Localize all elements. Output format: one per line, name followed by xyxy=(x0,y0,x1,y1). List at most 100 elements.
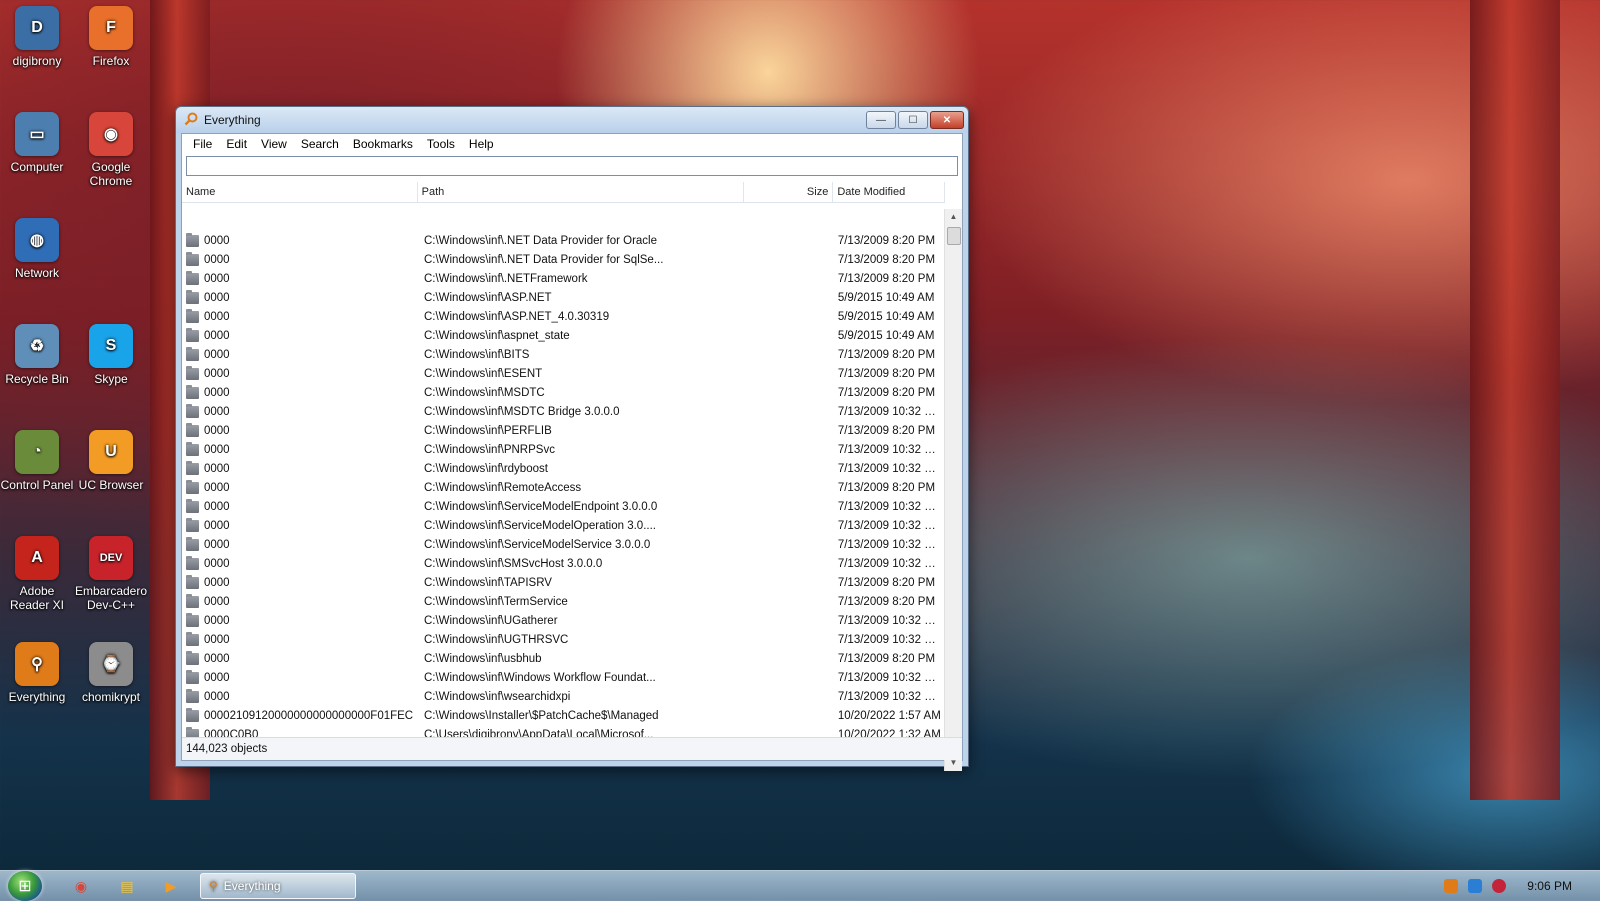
file-name: 0000 xyxy=(204,633,230,646)
cell-name: 0000 xyxy=(182,441,420,456)
cell-path: C:\Windows\inf\MSDTC xyxy=(423,386,545,399)
cell-name: 0000 xyxy=(182,327,420,342)
desktop-icon[interactable]: Ddigibrony xyxy=(0,6,74,68)
column-size-header[interactable]: Size xyxy=(744,182,834,202)
desktop-icon[interactable]: ▭ Computer xyxy=(0,112,74,174)
folder-icon xyxy=(186,441,199,456)
search-input[interactable] xyxy=(186,156,958,176)
chrome-taskbar-icon[interactable]: ◉ xyxy=(70,876,92,896)
file-name: 0000 xyxy=(204,557,230,570)
table-row[interactable]: 0000 C:\Windows\inf\ServiceModelService 3… xyxy=(182,535,945,554)
close-button[interactable]: ✕ xyxy=(930,111,964,129)
folder-icon xyxy=(186,365,199,380)
everything-taskbar-button[interactable]: ⚲ Everything xyxy=(200,873,356,899)
table-row[interactable]: 0000 C:\Windows\inf\MSDTC Bridge 3.0.0.0 7… xyxy=(182,402,945,421)
desktop-icon[interactable]: ◔ Control Panel xyxy=(0,430,74,492)
table-row[interactable]: 0000 C:\Windows\inf\.NET Data Provider fo… xyxy=(182,250,945,269)
vertical-scrollbar[interactable]: ▲ ▼ xyxy=(944,209,962,771)
table-row[interactable]: 0000 C:\Windows\inf\ESENT 7/13/2009 8:20 P… xyxy=(182,364,945,383)
menu-view[interactable]: View xyxy=(254,135,294,153)
table-row[interactable]: 0000 C:\Windows\inf\ServiceModelEndpoint … xyxy=(182,497,945,516)
desktop-icon[interactable]: S Skype xyxy=(74,324,148,386)
desktop-icon[interactable]: ◍ Network xyxy=(0,218,74,280)
table-row[interactable]: 0000 C:\Windows\inf\.NETFramework 7/13/200… xyxy=(182,269,945,288)
desktop-icon-label: chomikrypt xyxy=(81,690,140,704)
table-row[interactable]: 0000 C:\Windows\inf\UGatherer 7/13/2009 10… xyxy=(182,611,945,630)
file-name: 0000 xyxy=(204,519,230,532)
wallpaper-pillar-right xyxy=(1470,0,1560,800)
media-player-taskbar-icon[interactable]: ▶ xyxy=(160,876,182,896)
desktop-icon[interactable]: ⌚ chomikrypt xyxy=(74,642,148,704)
folder-icon xyxy=(186,631,199,646)
display-tray-icon[interactable] xyxy=(1468,879,1482,893)
menu-file[interactable]: File xyxy=(186,135,219,153)
table-row[interactable]: 0000 C:\Windows\inf\PERFLIB 7/13/2009 8:20… xyxy=(182,421,945,440)
table-row[interactable]: 0000 C:\Windows\inf\ASP.NET 5/9/2015 10:49… xyxy=(182,288,945,307)
desktop-icon[interactable]: ⚲ Everything xyxy=(0,642,74,704)
table-row[interactable]: 0000 C:\Windows\inf\SMSvcHost 3.0.0.0 7/13… xyxy=(182,554,945,573)
desktop-icon-label: Everything xyxy=(8,690,66,704)
table-row[interactable]: 0000 C:\Windows\inf\TermService 7/13/2009 … xyxy=(182,592,945,611)
clock[interactable]: 9:06 PM xyxy=(1527,879,1572,893)
object-count: 144,023 objects xyxy=(186,743,268,755)
table-row[interactable]: 0000 C:\Windows\inf\ServiceModelOperation… xyxy=(182,516,945,535)
scroll-thumb[interactable] xyxy=(947,227,961,245)
menu-help[interactable]: Help xyxy=(462,135,501,153)
maximize-button[interactable]: ☐ xyxy=(898,111,928,129)
chrome-icon: ◉ xyxy=(89,112,133,156)
explorer-taskbar-icon[interactable]: ▤ xyxy=(116,876,138,896)
desktop-icon[interactable]: U UC Browser xyxy=(74,430,148,492)
table-row[interactable]: 0000 C:\Windows\inf\usbhub 7/13/2009 8:20 … xyxy=(182,649,945,668)
cell-name: 0000 xyxy=(182,517,420,532)
column-date-header[interactable]: Date Modified xyxy=(833,182,945,202)
table-row[interactable]: 0000 C:\Windows\inf\ASP.NET_4.0.30319 5/9/… xyxy=(182,307,945,326)
start-button[interactable]: ⊞ xyxy=(8,871,42,901)
desktop-icon[interactable]: ◉ Google Chrome xyxy=(74,112,148,188)
table-row[interactable]: 0000 C:\Windows\inf\rdyboost 7/13/2009 10:… xyxy=(182,459,945,478)
table-row[interactable]: 0000 C:\Windows\inf\BITS 7/13/2009 8:20 PM xyxy=(182,345,945,364)
table-row[interactable]: 0000 C:\Windows\inf\PNRPSvc 7/13/2009 10:3… xyxy=(182,440,945,459)
folder-icon xyxy=(186,327,199,342)
cell-name: 0000 xyxy=(182,365,420,380)
folder-icon xyxy=(186,555,199,570)
minimize-button[interactable]: — xyxy=(866,111,896,129)
table-row[interactable]: 0000 C:\Windows\inf\.NET Data Provider fo… xyxy=(182,231,945,250)
menu-bookmarks[interactable]: Bookmarks xyxy=(346,135,420,153)
everything-window: Everything — ☐ ✕ File Edit View Search B… xyxy=(175,106,969,771)
table-row[interactable]: 0000 C:\Windows\inf\Windows Workflow Foun… xyxy=(182,668,945,687)
cell-date: 5/9/2015 10:49 AM xyxy=(837,310,935,323)
table-row[interactable]: 0000 C:\Windows\inf\aspnet_state 5/9/2015 … xyxy=(182,326,945,345)
table-row[interactable]: 00002109120000000000000000F01FEC C:\Windo… xyxy=(182,706,945,725)
cell-path: C:\Windows\inf\.NETFramework xyxy=(423,272,588,285)
cell-name: 00002109120000000000000000F01FEC xyxy=(182,707,420,722)
file-name: 0000 xyxy=(204,234,230,247)
table-row[interactable]: 0000 C:\Windows\inf\MSDTC 7/13/2009 8:20 P… xyxy=(182,383,945,402)
table-row[interactable]: 0000 C:\Windows\inf\RemoteAccess 7/13/2009… xyxy=(182,478,945,497)
cell-date: 7/13/2009 10:32 PM xyxy=(837,614,942,627)
magnifier-icon: ⚲ xyxy=(209,879,218,893)
everything-tray-icon[interactable] xyxy=(1444,879,1458,893)
cell-date: 7/13/2009 10:32 PM xyxy=(837,443,942,456)
desktop-icon[interactable]: F Firefox xyxy=(74,6,148,68)
window-titlebar[interactable]: Everything — ☐ ✕ xyxy=(176,107,968,133)
menu-edit[interactable]: Edit xyxy=(219,135,254,153)
desktop-icon[interactable]: DEV Embarcadero Dev-C++ xyxy=(74,536,148,612)
cell-name: 0000 xyxy=(182,631,420,646)
cell-date: 7/13/2009 8:20 PM xyxy=(837,652,936,665)
table-row[interactable]: 0000 C:\Windows\inf\TAPISRV 7/13/2009 8:20… xyxy=(182,573,945,592)
cell-name: 0000 xyxy=(182,308,420,323)
desktop-icon[interactable]: ♻ Recycle Bin xyxy=(0,324,74,386)
window-title: Everything xyxy=(204,113,261,127)
chomikrypt-icon: ⌚ xyxy=(89,642,133,686)
cell-path: C:\Windows\inf\Windows Workflow Foundat.… xyxy=(423,671,656,684)
scroll-up-icon[interactable]: ▲ xyxy=(945,209,962,225)
folder-icon xyxy=(186,707,199,722)
desktop-icon[interactable]: A Adobe Reader XI xyxy=(0,536,74,612)
column-name-header[interactable]: Name xyxy=(182,182,418,202)
menu-tools[interactable]: Tools xyxy=(420,135,462,153)
menu-search[interactable]: Search xyxy=(294,135,346,153)
column-path-header[interactable]: Path xyxy=(418,182,744,202)
security-tray-icon[interactable] xyxy=(1492,879,1506,893)
table-row[interactable]: 0000 C:\Windows\inf\wsearchidxpi 7/13/2009… xyxy=(182,687,945,706)
table-row[interactable]: 0000 C:\Windows\inf\UGTHRSVC 7/13/2009 10:… xyxy=(182,630,945,649)
